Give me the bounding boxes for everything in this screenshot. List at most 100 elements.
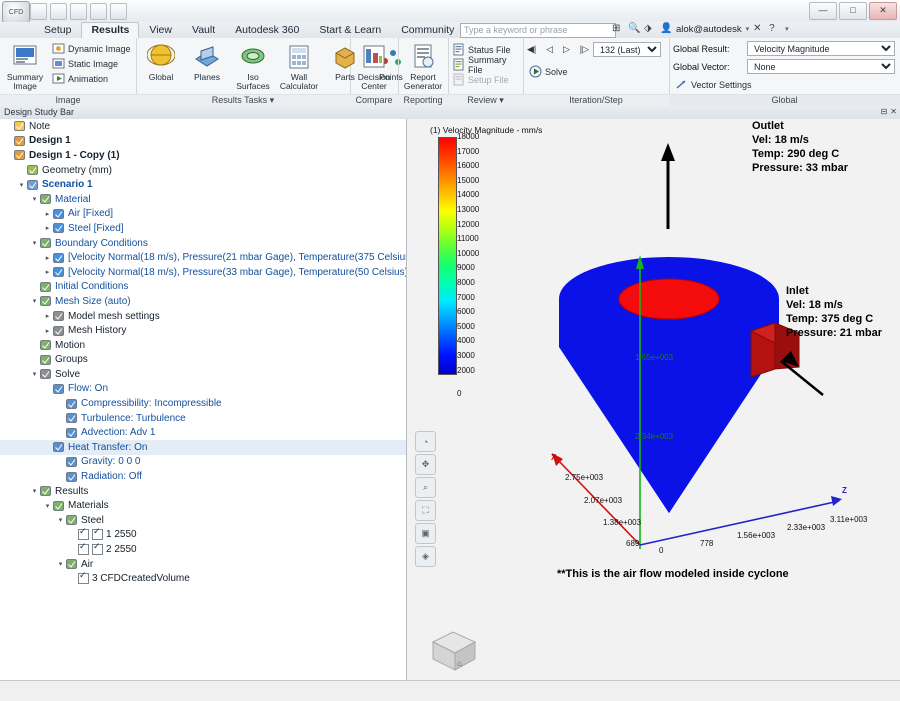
global-result-select[interactable]: Velocity Magnitude [747, 41, 895, 56]
tree-item[interactable]: ▾ Air [0, 557, 406, 572]
tree-item[interactable]: ▸ Model mesh settings [0, 309, 406, 324]
vector-settings-button[interactable]: Vector Settings [675, 77, 752, 92]
tree-item[interactable]: ▾ Scenario 1 [0, 177, 406, 192]
collapse-twisty-icon[interactable]: ▾ [30, 297, 39, 305]
tree-item[interactable]: ▾ Material [0, 192, 406, 207]
tree-item[interactable]: Design 1 - Copy (1) [0, 148, 406, 163]
account-label[interactable]: alok@autodesk [676, 24, 742, 35]
summary-file-button[interactable]: Summary File [452, 55, 523, 75]
next-step-icon[interactable]: |▷ [580, 44, 589, 55]
pin-icon[interactable]: ⊟ [881, 107, 888, 116]
tree-item[interactable]: ▾ Solve [0, 367, 406, 382]
close-panel-icon[interactable]: ✕ [890, 107, 897, 116]
tree-item[interactable]: Flow: On [0, 382, 406, 397]
tree-item[interactable]: 3 CFDCreatedVolume [0, 570, 406, 586]
maximize-button[interactable]: □ [839, 2, 867, 20]
step-navigation[interactable]: ◀| ◁ ▷ |▷ [527, 44, 589, 55]
orbit-icon[interactable]: ◔ [415, 431, 436, 452]
tree-item[interactable]: Gravity: 0 0 0 [0, 455, 406, 470]
iso-surfaces-button[interactable]: Iso Surfaces [230, 40, 276, 91]
part-visibility-checkbox[interactable] [78, 570, 89, 585]
expand-twisty-icon[interactable]: ▸ [43, 327, 52, 335]
animation-button[interactable]: Animation [52, 71, 131, 86]
qat-undo-icon[interactable] [90, 2, 107, 20]
cyclone-model-3d[interactable] [407, 119, 900, 680]
pan-icon[interactable]: ✥ [415, 454, 436, 475]
collapse-twisty-icon[interactable]: ▾ [17, 181, 26, 189]
iteration-step-select[interactable]: 132 (Last) [593, 42, 661, 57]
tree-item[interactable]: Advection: Adv 1 [0, 425, 406, 440]
tree-item[interactable]: ▸ [Velocity Normal(18 m/s), Pressure(33 m… [0, 265, 406, 280]
part-visibility-checkbox[interactable] [78, 541, 89, 556]
application-menu-button[interactable]: CFD [2, 1, 30, 23]
design-study-bar-buttons[interactable]: ⊟ ✕ [881, 107, 897, 116]
expand-twisty-icon[interactable]: ▸ [43, 254, 52, 262]
dynamic-image-button[interactable]: Dynamic Image [52, 41, 131, 56]
search-icon[interactable]: 🔍 [628, 23, 640, 35]
window-controls[interactable]: — □ ✕ [809, 2, 897, 20]
collapse-twisty-icon[interactable]: ▾ [43, 502, 52, 510]
expand-twisty-icon[interactable]: ▸ [43, 268, 52, 276]
design-study-tree[interactable]: Note Design 1 Design 1 - Copy (1) Geometry … [0, 119, 407, 680]
part-visibility-checkbox[interactable] [78, 526, 89, 541]
part-visibility-checkbox[interactable] [92, 526, 103, 541]
zoom-icon[interactable]: ⌕ [415, 477, 436, 498]
account-chevron-down-icon[interactable]: ▾ [746, 25, 750, 33]
previous-step-icon[interactable]: ◁ [546, 44, 553, 55]
decision-center-button[interactable]: Decision Center [351, 40, 397, 91]
exchange-icon[interactable]: ⬗ [644, 23, 656, 35]
tree-item[interactable]: 2 2550 [0, 541, 406, 557]
tree-item[interactable]: ▾ Steel [0, 513, 406, 528]
panel-title-review[interactable]: Review ▾ [448, 94, 523, 106]
tree-item[interactable]: ▸ [Velocity Normal(18 m/s), Pressure(21 m… [0, 250, 406, 265]
global-vector-select[interactable]: None [747, 59, 895, 74]
static-image-button[interactable]: Static Image [52, 56, 131, 71]
play-step-icon[interactable]: ▷ [563, 44, 570, 55]
tree-item[interactable]: Design 1 [0, 134, 406, 149]
collapse-twisty-icon[interactable]: ▾ [56, 516, 65, 524]
fit-icon[interactable]: ⛶ [415, 500, 436, 521]
section-icon[interactable]: ◈ [415, 546, 436, 567]
tree-item[interactable]: ▾ Results [0, 484, 406, 499]
collapse-twisty-icon[interactable]: ▾ [30, 239, 39, 247]
tree-item[interactable]: ▸ Air [Fixed] [0, 207, 406, 222]
close-button[interactable]: ✕ [869, 2, 897, 20]
tree-item[interactable]: Radiation: Off [0, 469, 406, 484]
first-step-icon[interactable]: ◀| [527, 44, 536, 55]
summary-image-button[interactable]: Summary Image [2, 40, 50, 91]
quick-access-toolbar[interactable] [30, 2, 127, 20]
collapse-twisty-icon[interactable]: ▾ [30, 370, 39, 378]
global-results-button[interactable]: Global [138, 40, 184, 91]
help-chevron-down-icon[interactable]: ▾ [785, 25, 789, 33]
minimize-button[interactable]: — [809, 2, 837, 20]
tree-item[interactable]: Geometry (mm) [0, 163, 406, 178]
wall-calculator-button[interactable]: Wall Calculator [276, 40, 322, 91]
collapse-twisty-icon[interactable]: ▾ [56, 560, 65, 568]
tree-item[interactable]: Note [0, 119, 406, 134]
tree-item[interactable]: Compressibility: Incompressible [0, 396, 406, 411]
collapse-twisty-icon[interactable]: ▾ [30, 487, 39, 495]
tree-item[interactable]: ▾ Materials [0, 498, 406, 513]
tree-item[interactable]: Heat Transfer: On [0, 440, 406, 455]
view-cube-widget[interactable]: ⌂ [427, 624, 483, 674]
sign-in-icon[interactable]: ⊞ [612, 23, 624, 35]
part-visibility-checkbox[interactable] [92, 541, 103, 556]
qat-new-icon[interactable] [30, 2, 47, 20]
panel-title-results-tasks[interactable]: Results Tasks ▾ [136, 94, 350, 106]
qat-redo-icon[interactable] [110, 2, 127, 20]
tree-item[interactable]: ▾ Mesh Size (auto) [0, 294, 406, 309]
tree-item[interactable]: ▸ Mesh History [0, 323, 406, 338]
tree-item[interactable]: ▸ Steel [Fixed] [0, 221, 406, 236]
tree-item[interactable]: Initial Conditions [0, 280, 406, 295]
collapse-twisty-icon[interactable]: ▾ [30, 195, 39, 203]
help-icon[interactable]: ? [769, 23, 781, 35]
expand-twisty-icon[interactable]: ▸ [43, 224, 52, 232]
tree-item[interactable]: 1 2550 [0, 526, 406, 543]
tree-item[interactable]: Motion [0, 338, 406, 353]
qat-open-icon[interactable] [50, 2, 67, 20]
tree-item[interactable]: Groups [0, 353, 406, 368]
solve-button[interactable]: Solve [529, 64, 568, 79]
report-generator-button[interactable]: Report Generator [400, 40, 446, 91]
view-cube-icon[interactable]: ▣ [415, 523, 436, 544]
expand-twisty-icon[interactable]: ▸ [43, 312, 52, 320]
